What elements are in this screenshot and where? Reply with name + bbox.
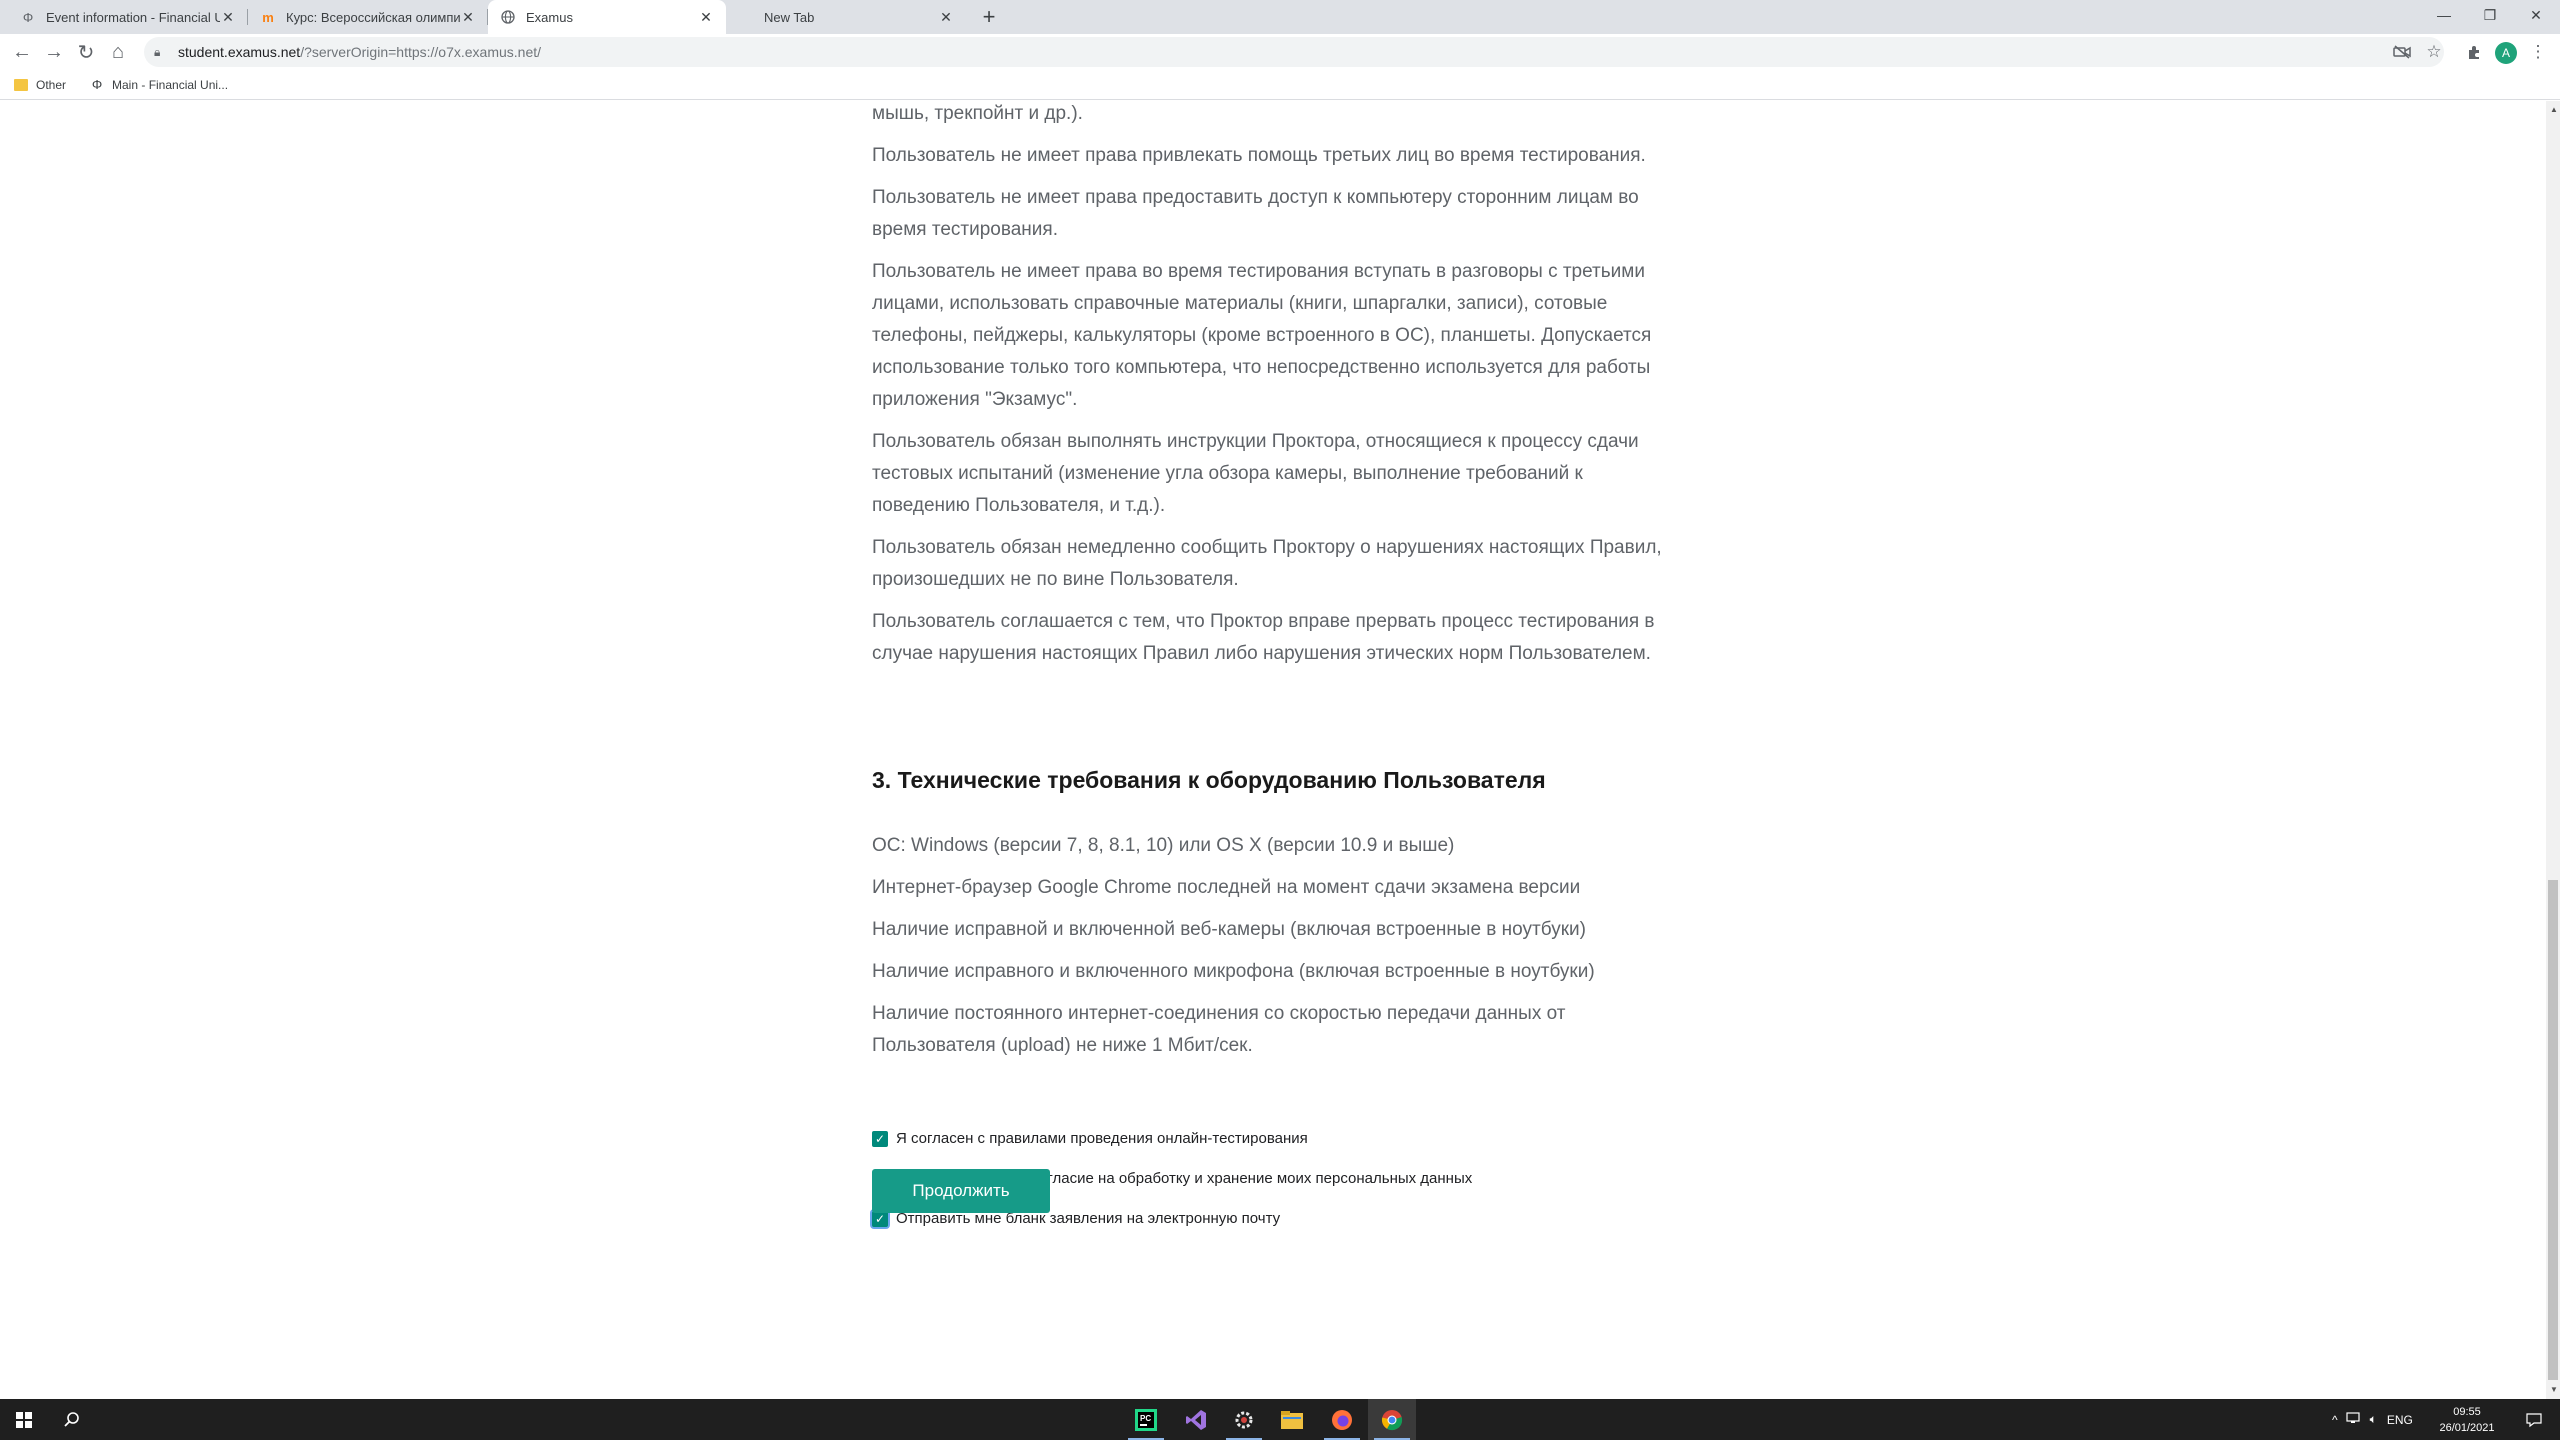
rule-paragraph: Пользователь не имеет права предоставить… <box>872 187 1639 240</box>
extensions-icon[interactable] <box>2460 38 2488 66</box>
requirement-item: ОС: Windows (версии 7, 8, 8.1, 10) или O… <box>872 835 1455 856</box>
restore-icon[interactable]: ❐ <box>2468 0 2512 30</box>
url-path: /?serverOrigin=https://o7x.examus.net/ <box>300 44 542 60</box>
moodle-icon: m <box>262 9 274 25</box>
settings-gear-icon[interactable] <box>1220 1399 1268 1440</box>
pycharm-icon[interactable]: PC <box>1122 1399 1170 1440</box>
search-icon[interactable] <box>48 1399 96 1440</box>
camera-blocked-icon[interactable] <box>2388 38 2416 66</box>
rule-paragraph: Пользователь обязан выполнять инструкции… <box>872 431 1639 516</box>
tab-title: New Tab <box>764 9 815 25</box>
language-indicator[interactable]: ENG <box>2387 1413 2413 1427</box>
minimize-icon[interactable]: — <box>2422 0 2466 30</box>
rule-paragraph: Пользователь соглашается с тем, что Прок… <box>872 611 1655 664</box>
section-title: 3. Технические требования к оборудованию… <box>872 767 1546 793</box>
tab-title: Курс: Всероссийская олимпиада <box>286 9 460 25</box>
notifications-icon[interactable] <box>2510 1399 2558 1440</box>
chrome-icon[interactable] <box>1368 1399 1416 1440</box>
tab-course[interactable]: m Курс: Всероссийская олимпиада ✕ <box>248 0 488 34</box>
reload-icon[interactable]: ↻ <box>72 38 100 66</box>
new-tab-button[interactable]: + <box>976 4 1002 30</box>
lock-icon[interactable]: 🔒︎ <box>154 45 168 60</box>
continue-button[interactable]: Продолжить <box>872 1169 1050 1213</box>
rule-paragraph: Пользователь обязан немедленно сообщить … <box>872 537 1662 590</box>
browser-toolbar: ← → ↻ ⌂ 🔒︎ student.examus.net /?serverOr… <box>0 34 2560 70</box>
tab-strip: Φ Event information - Financial Uni ✕ m … <box>0 0 2560 34</box>
agree-rules-checkbox-row[interactable]: ✓ Я согласен с правилами проведения онла… <box>872 1130 1308 1147</box>
bookmark-main-financial[interactable]: Φ Main - Financial Uni... <box>90 77 228 92</box>
tab-title: Event information - Financial Uni <box>46 9 220 25</box>
scroll-up-arrow-icon[interactable]: ▲ <box>2550 105 2558 114</box>
rule-paragraph: Пользователь не имеет права во время тес… <box>872 261 1652 410</box>
volume-icon[interactable]: 🔈︎ <box>2370 1412 2377 1427</box>
scroll-down-arrow-icon[interactable]: ▼ <box>2550 1385 2558 1394</box>
requirement-item: Интернет-браузер Google Chrome последней… <box>872 877 1581 898</box>
file-explorer-icon[interactable] <box>1268 1399 1316 1440</box>
requirement-item: Наличие постоянного интернет-соединения … <box>872 1003 1566 1056</box>
page-viewport: мышь, трекпойнт и др.). Пользователь не … <box>0 101 2546 1399</box>
blank-favicon <box>738 9 754 25</box>
phi-icon: Φ <box>91 77 103 92</box>
chevron-up-icon[interactable]: ^ <box>2332 1413 2338 1427</box>
svg-text:PC: PC <box>1140 1414 1151 1423</box>
tab-title: Examus <box>526 9 573 25</box>
profile-avatar[interactable]: A <box>2495 42 2517 64</box>
forward-icon[interactable]: → <box>40 38 68 66</box>
bookmarks-bar: Other Φ Main - Financial Uni... <box>0 70 2560 100</box>
tab-examus[interactable]: Examus ✕ <box>488 0 726 34</box>
rule-paragraph: мышь, трекпойнт и др.). <box>872 103 1083 124</box>
checkbox-label[interactable]: Я согласен с правилами проведения онлайн… <box>896 1130 1308 1147</box>
close-icon[interactable]: ✕ <box>938 9 954 26</box>
close-icon[interactable]: ✕ <box>220 9 236 26</box>
tab-event-information[interactable]: Φ Event information - Financial Uni ✕ <box>8 0 248 34</box>
menu-icon[interactable]: ⋮ <box>2524 38 2552 66</box>
window-close-icon[interactable]: ✕ <box>2514 0 2558 30</box>
requirement-item: Наличие исправного и включенного микрофо… <box>872 961 1595 982</box>
clock-time: 09:55 <box>2453 1406 2481 1418</box>
bookmark-label: Main - Financial Uni... <box>112 77 229 92</box>
system-tray: ^ 🔈︎ ENG <box>2332 1399 2413 1440</box>
home-icon[interactable]: ⌂ <box>104 38 132 66</box>
requirement-item: Наличие исправной и включенной веб-камер… <box>872 919 1586 940</box>
agree-rules-checkbox[interactable]: ✓ <box>872 1130 888 1147</box>
url-host: student.examus.net <box>178 44 301 60</box>
address-bar[interactable]: 🔒︎ student.examus.net /?serverOrigin=htt… <box>144 37 2444 67</box>
rule-paragraph: Пользователь не имеет права привлекать п… <box>872 145 1646 166</box>
firefox-icon[interactable] <box>1318 1399 1366 1440</box>
windows-start-icon[interactable] <box>0 1399 48 1440</box>
network-icon[interactable] <box>2346 1411 2362 1428</box>
star-icon[interactable]: ☆ <box>2420 38 2448 66</box>
close-icon[interactable]: ✕ <box>698 9 714 26</box>
globe-icon <box>500 9 516 25</box>
folder-icon <box>14 78 28 91</box>
close-icon[interactable]: ✕ <box>460 9 476 26</box>
clock[interactable]: 09:55 26/01/2021 <box>2432 1404 2502 1436</box>
tab-new-tab[interactable]: New Tab ✕ <box>726 0 966 34</box>
phi-icon: Φ <box>22 9 34 25</box>
bookmark-label: Other <box>36 77 67 92</box>
scrollbar-thumb[interactable] <box>2548 880 2558 1380</box>
clock-date: 26/01/2021 <box>2439 1422 2495 1434</box>
visual-studio-icon[interactable] <box>1172 1399 1220 1440</box>
windows-taskbar: PC ^ 🔈︎ ENG 09:55 26/01/2021 <box>0 1399 2560 1440</box>
back-icon[interactable]: ← <box>8 38 36 66</box>
bookmark-other[interactable]: Other <box>14 78 66 92</box>
